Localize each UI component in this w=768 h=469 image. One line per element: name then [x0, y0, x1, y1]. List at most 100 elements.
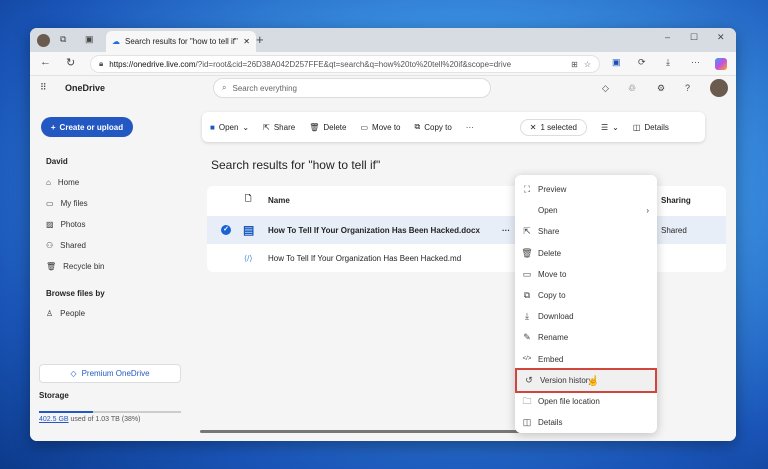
details-button[interactable]: ◫ Details	[633, 123, 669, 132]
workspaces-icon[interactable]: ⧉	[60, 34, 66, 45]
split-view-icon[interactable]: ⊞	[571, 60, 578, 69]
profile-avatar[interactable]	[37, 34, 50, 47]
sidebar-item-people[interactable]: ♙ People	[46, 309, 85, 318]
menu-item-embed[interactable]: </> Embed	[515, 349, 657, 370]
download-icon[interactable]: ⤓	[666, 57, 670, 68]
share-people-icon[interactable]: ♲	[628, 83, 636, 94]
menu-item-version-history[interactable]: ↺ Version history ☝	[515, 367, 657, 393]
file-type-icon: 🗋︎	[245, 194, 252, 203]
home-icon: ⌂	[46, 178, 51, 187]
download-icon: ⤓	[525, 311, 529, 322]
search-input[interactable]: ⌕ Search everything	[213, 78, 491, 98]
people-icon: ⚇	[46, 241, 54, 250]
delete-button[interactable]: 🗑︎ Delete	[309, 123, 346, 132]
menu-item-preview[interactable]: ⛶ Preview	[515, 179, 657, 200]
onedrive-cloud-icon: ☁	[112, 37, 120, 46]
back-icon[interactable]: ←	[40, 56, 51, 68]
command-bar: ■ Open ⌄ ⇱ Share 🗑︎ Delete ▭ Move to ⧉ Copy to…	[202, 112, 705, 142]
share-button[interactable]: ⇱ Share	[263, 123, 295, 132]
browser-tab[interactable]: ☁ Search results for "how to tell if" ✕	[106, 31, 256, 52]
diamond-icon: ◇	[70, 369, 77, 378]
menu-item-move-to[interactable]: ▭ Move to	[515, 264, 657, 285]
clear-selection-button[interactable]: ✕ 1 selected	[519, 118, 587, 136]
new-tab-icon[interactable]: +	[256, 32, 264, 47]
copy-icon: ⧉	[414, 122, 421, 131]
minimize-icon[interactable]: –	[665, 32, 670, 42]
user-avatar[interactable]	[710, 79, 728, 97]
horizontal-scrollbar[interactable]	[200, 430, 520, 433]
trash-icon: 🗑︎	[309, 122, 320, 132]
extension-icon[interactable]: ▣	[612, 57, 621, 68]
copy-to-button[interactable]: ⧉ Copy to	[415, 122, 452, 132]
menu-item-delete[interactable]: 🗑︎ Delete	[515, 243, 657, 264]
details-pane-icon: ◫	[632, 122, 641, 132]
refresh-icon[interactable]: ↻	[66, 56, 75, 69]
person-icon: ♙	[46, 309, 54, 318]
search-icon: ⌕	[222, 83, 227, 92]
more-icon[interactable]: ···	[691, 57, 700, 67]
folder-icon: 🗀︎	[522, 395, 532, 406]
move-icon: ▭	[522, 268, 532, 279]
close-tab-icon[interactable]: ✕	[243, 37, 250, 46]
sidebar-item-my-files[interactable]: ▭ My files	[46, 199, 88, 208]
storage-bar	[39, 411, 181, 413]
rename-icon: ✎	[523, 332, 531, 343]
sidebar-item-recycle-bin[interactable]: 🗑︎ Recycle bin	[46, 262, 105, 271]
menu-item-download[interactable]: ⤓ Download	[515, 306, 657, 327]
chevron-right-icon: ›	[646, 206, 649, 216]
embed-icon: </>	[522, 356, 532, 363]
column-header-name[interactable]: Name	[268, 196, 290, 205]
context-menu: ⛶ Preview Open › ⇱ Share 🗑︎ Delete ▭ Move to ⧉ Copy…	[515, 175, 657, 433]
close-window-icon[interactable]: ✕	[717, 32, 725, 43]
trash-icon: 🗑︎	[521, 247, 533, 258]
selected-check-icon: ✓	[221, 225, 231, 235]
premium-onedrive-button[interactable]: ◇ Premium OneDrive	[39, 364, 181, 383]
menu-item-rename[interactable]: ✎ Rename	[515, 327, 657, 348]
close-icon: ✕	[529, 122, 537, 132]
settings-gear-icon[interactable]: ⚙	[657, 83, 665, 94]
favorite-star-icon[interactable]: ☆	[584, 60, 591, 69]
photo-icon: ▨	[46, 220, 54, 229]
page-title: Search results for "how to tell if"	[211, 158, 381, 172]
app-name[interactable]: OneDrive	[65, 83, 105, 93]
column-header-sharing[interactable]: Sharing	[661, 196, 691, 205]
code-file-icon: ⟨/⟩	[244, 253, 253, 263]
hand-cursor-icon: ☝	[587, 375, 600, 387]
help-icon[interactable]: ?	[685, 83, 690, 93]
menu-item-details[interactable]: ◫ Details	[515, 412, 657, 433]
copilot-icon[interactable]	[715, 58, 727, 70]
address-bar-row: ← ↻ 🔒︎ https://onedrive.live.com/?id=roo…	[30, 52, 736, 76]
menu-item-open[interactable]: Open ›	[515, 200, 657, 221]
app-launcher-icon[interactable]: ⠿	[40, 82, 47, 93]
sort-button[interactable]: ☰ ⌄	[601, 123, 619, 132]
sidebar-item-shared[interactable]: ⚇ Shared	[46, 241, 86, 250]
create-upload-button[interactable]: + Create or upload	[41, 117, 133, 137]
menu-item-open-file-location[interactable]: 🗀︎ Open file location	[515, 391, 657, 412]
storage-heading: Storage	[39, 391, 69, 400]
url-field[interactable]: 🔒︎ https://onedrive.live.com/?id=root&ci…	[90, 55, 600, 73]
copy-icon: ⧉	[523, 290, 531, 300]
storage-used-link[interactable]: 402.5 GB	[39, 416, 69, 423]
share-icon: ⇱	[523, 226, 531, 237]
menu-item-share[interactable]: ⇱ Share	[515, 221, 657, 242]
more-actions-button[interactable]: ···	[466, 123, 474, 132]
preview-icon: ⛶	[523, 184, 531, 194]
sidebar-item-home[interactable]: ⌂ Home	[46, 178, 79, 187]
open-button[interactable]: ■ Open ⌄	[210, 123, 249, 132]
folder-icon: ▭	[46, 199, 54, 208]
menu-item-copy-to[interactable]: ⧉ Copy to	[515, 285, 657, 306]
browser-window: ⧉ ▣ ☁ Search results for "how to tell if…	[30, 28, 736, 441]
word-file-icon: ▤	[243, 223, 255, 237]
tab-actions-icon[interactable]: ▣	[85, 34, 94, 45]
premium-diamond-icon[interactable]: ◇	[602, 83, 609, 94]
history-icon: ↺	[525, 374, 533, 385]
user-name: David	[46, 157, 68, 166]
word-icon: ■	[210, 122, 215, 132]
lock-icon: 🔒︎	[99, 59, 104, 68]
maximize-icon[interactable]: ☐	[690, 32, 698, 43]
share-icon: ⇱	[263, 122, 270, 132]
row-more-icon[interactable]: ···	[502, 226, 510, 235]
browser-essentials-icon[interactable]: ⟳	[638, 57, 646, 68]
sidebar-item-photos[interactable]: ▨ Photos	[46, 220, 85, 229]
move-to-button[interactable]: ▭ Move to	[360, 123, 400, 132]
